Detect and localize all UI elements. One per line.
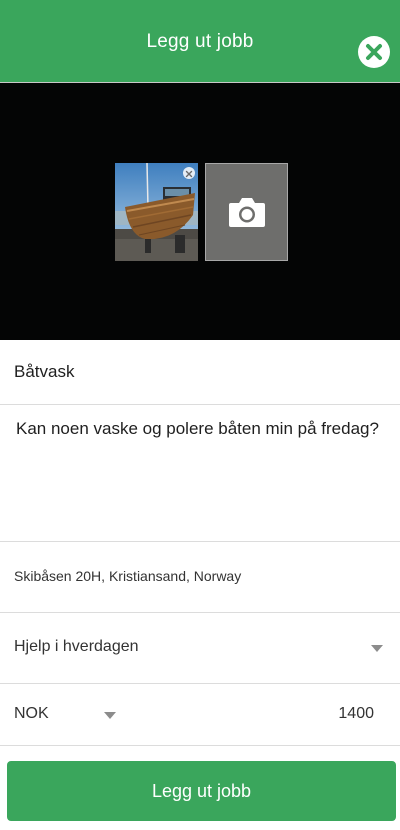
page-title: Legg ut jobb [146, 31, 254, 52]
add-photo-button[interactable] [205, 163, 288, 261]
header-bar: Legg ut jobb [0, 0, 400, 83]
currency-select[interactable]: NOK [14, 705, 49, 723]
close-icon [185, 170, 193, 178]
photo-gallery [0, 83, 400, 340]
job-title-field[interactable]: Båtvask [0, 340, 400, 405]
chevron-down-icon[interactable] [104, 712, 116, 719]
photo-thumbnail[interactable] [115, 163, 198, 261]
category-value: Hjelp i hverdagen [14, 638, 139, 655]
price-input[interactable]: 1400 [338, 705, 374, 723]
close-icon [366, 44, 382, 60]
address-field[interactable]: Skibåsen 20H, Kristiansand, Norway [0, 542, 400, 613]
camera-icon [229, 198, 265, 227]
price-row: NOK 1400 [0, 684, 400, 746]
remove-photo-button[interactable] [183, 167, 195, 179]
description-field[interactable]: Kan noen vaske og polere båten min på fr… [0, 405, 400, 542]
category-select[interactable]: Hjelp i hverdagen [0, 613, 400, 684]
chevron-down-icon [371, 645, 383, 652]
description-textarea[interactable]: Kan noen vaske og polere båten min på fr… [16, 419, 386, 439]
address-input[interactable]: Skibåsen 20H, Kristiansand, Norway [14, 568, 241, 584]
job-title-input[interactable]: Båtvask [14, 362, 74, 382]
close-button[interactable] [358, 36, 390, 68]
submit-button[interactable]: Legg ut jobb [7, 761, 396, 821]
